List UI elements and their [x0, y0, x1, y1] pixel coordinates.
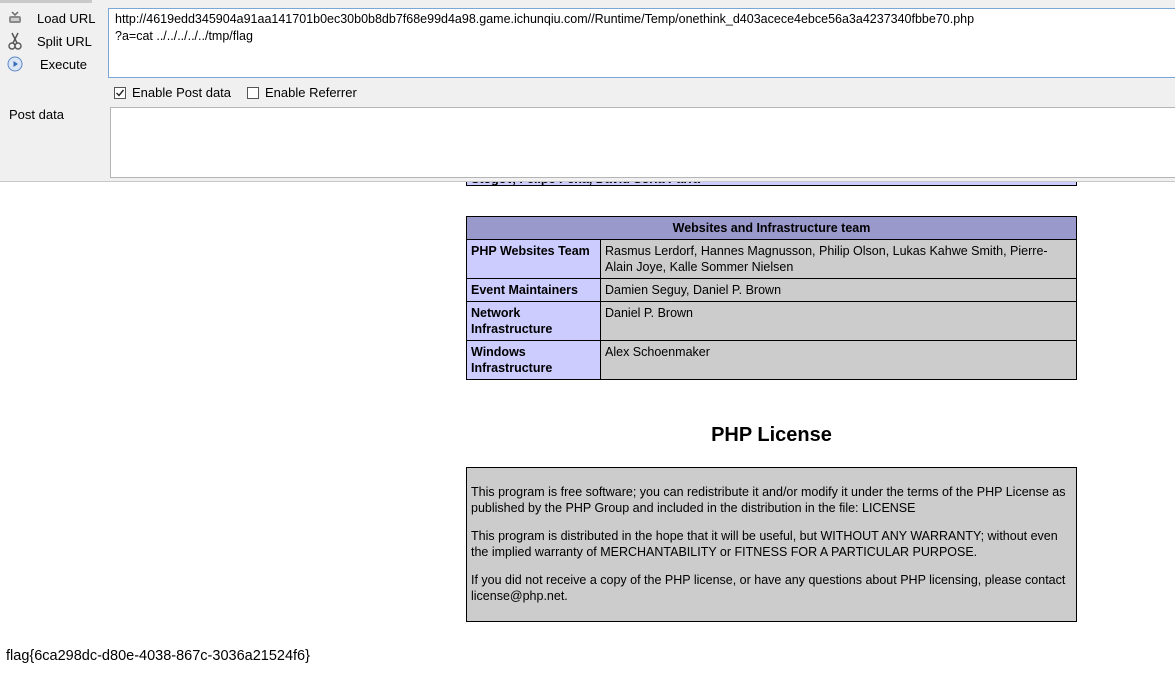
- post-data-label: Post data: [9, 107, 64, 122]
- load-url-button[interactable]: Load URL: [6, 7, 100, 29]
- infrastructure-team-table: Websites and Infrastructure team PHP Web…: [466, 216, 1077, 380]
- license-heading: PHP License: [711, 424, 832, 446]
- load-url-label: Load URL: [37, 10, 96, 26]
- checkbox-empty-icon: [247, 86, 259, 99]
- checkbox-checked-icon: [114, 86, 126, 99]
- execute-label: Execute: [40, 56, 87, 72]
- enable-post-data-checkbox[interactable]: Enable Post data: [114, 85, 231, 100]
- table-row: PHP Websites Team Rasmus Lerdorf, Hannes…: [466, 239, 1077, 279]
- table-row: Event Maintainers Damien Seguy, Daniel P…: [466, 278, 1077, 302]
- infra-table-header: Websites and Infrastructure team: [466, 216, 1077, 240]
- post-data-input[interactable]: [110, 107, 1175, 178]
- execute-button[interactable]: Execute: [6, 53, 100, 75]
- row-name: Windows Infrastructure: [466, 340, 601, 380]
- enable-referrer-label: Enable Referrer: [265, 85, 357, 100]
- row-name: Network Infrastructure: [466, 301, 601, 341]
- load-url-icon: [6, 9, 24, 27]
- hackbar-panel: Load URL Split URL Execute http://4619ed…: [0, 0, 1175, 182]
- hackbar-top-edge: [0, 0, 92, 3]
- table-row: Windows Infrastructure Alex Schoenmaker: [466, 340, 1077, 380]
- row-value: Daniel P. Brown: [600, 301, 1077, 341]
- table-row: Network Infrastructure Daniel P. Brown: [466, 301, 1077, 341]
- license-paragraph: This program is distributed in the hope …: [471, 529, 1058, 559]
- row-name: Event Maintainers: [466, 278, 601, 302]
- row-value: Rasmus Lerdorf, Hannes Magnusson, Philip…: [600, 239, 1077, 279]
- enable-post-data-label: Enable Post data: [132, 85, 232, 100]
- license-text-box: This program is free software; you can r…: [466, 467, 1077, 622]
- url-input[interactable]: http://4619edd345904a91aa141701b0ec30b0b…: [108, 8, 1175, 78]
- row-value: Alex Schoenmaker: [600, 340, 1077, 380]
- row-name: PHP Websites Team: [466, 239, 601, 279]
- enable-referrer-checkbox[interactable]: Enable Referrer: [247, 85, 357, 100]
- row-value: Damien Seguy, Daniel P. Brown: [600, 278, 1077, 302]
- license-paragraph: This program is free software; you can r…: [471, 485, 1066, 515]
- command-output-flag: flag{6ca298dc-d80e-4038-867c-3036a21524f…: [6, 648, 310, 664]
- license-paragraph: If you did not receive a copy of the PHP…: [471, 573, 1066, 603]
- split-url-label: Split URL: [37, 33, 92, 49]
- play-icon: [6, 55, 24, 73]
- split-url-button[interactable]: Split URL: [6, 30, 100, 52]
- scissors-icon: [6, 32, 24, 50]
